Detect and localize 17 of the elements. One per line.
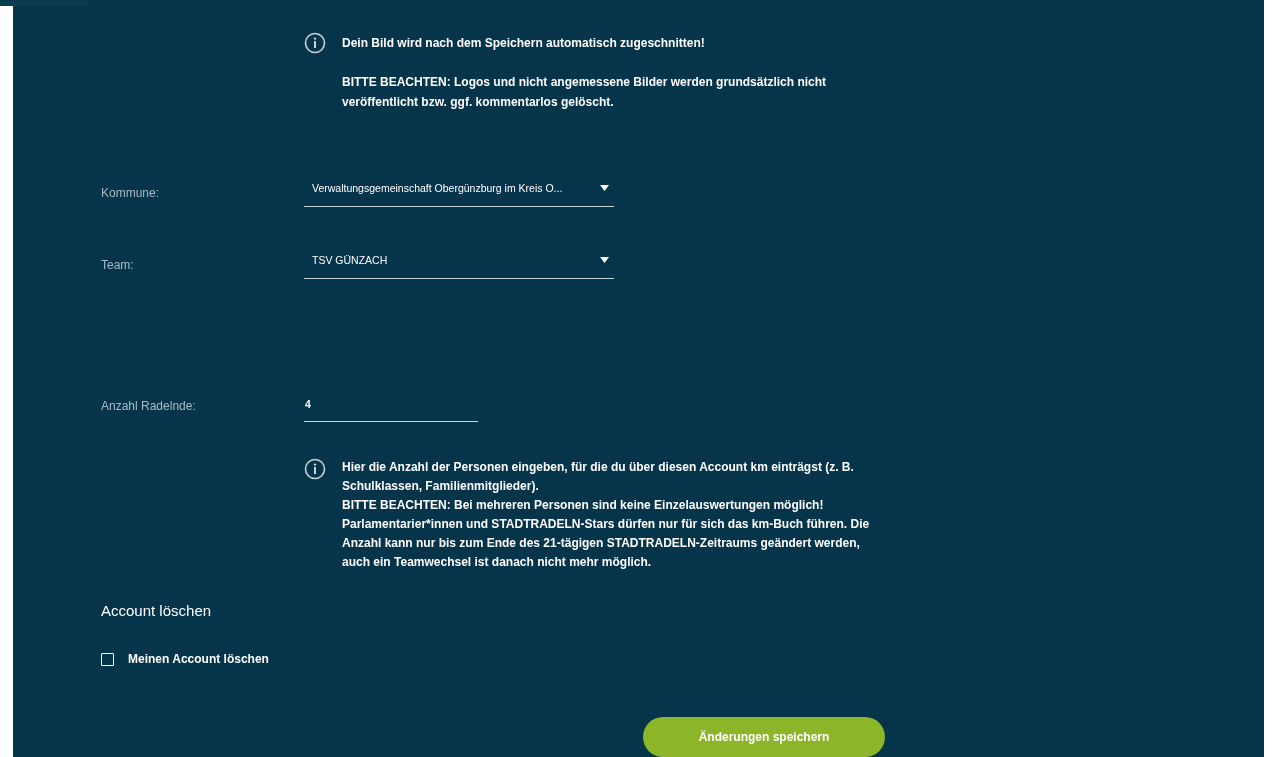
input-field[interactable]: 4 xyxy=(304,396,478,422)
info-text: Hier die Anzahl der Personen eingeben, für die du über diesen Account km einträgst (z. B. Schulklassen, Familienmitglieder). xyxy=(342,459,855,495)
info-text: Dein Bild wird nach dem Speichern automatisch zugeschnitten! xyxy=(342,35,706,52)
checkbox[interactable] xyxy=(101,652,114,666)
select-field[interactable]: TSV GÜNZACH xyxy=(304,246,614,279)
caret-icon xyxy=(600,257,609,263)
select-field[interactable]: Verwaltungsgemeinschaft Obergünzburg im Kreis O... xyxy=(304,174,614,207)
info-icon xyxy=(304,32,326,54)
info-text: BITTE BEACHTEN: Bei mehreren Personen sind keine Einzelauswertungen möglich! Parlamentarier*innen und STADTRADELN-Stars dürfen nur für sich das km-Buch führen. Die Anzahl kann nur bis zum Ende des 21-tägigen STADTRADELN-Zeitraums geändert werden, auch ein Teamwechsel ist danach nicht mehr möglich. xyxy=(342,497,871,571)
info-icon xyxy=(304,458,326,480)
checkbox-label: Meinen Account löschen xyxy=(128,652,269,666)
caret-icon xyxy=(600,185,609,191)
info-text: BITTE BEACHTEN: Logos und nicht angemessene Bilder werden grundsätzlich nicht veröffentlicht bzw. ggf. kommentarlos gelöscht. xyxy=(342,74,828,111)
field-label: Anzahl Radelnde: xyxy=(101,398,197,413)
field-label: Team: xyxy=(101,257,135,272)
field-label: Kommune: xyxy=(101,185,161,200)
section-heading: Account löschen xyxy=(101,602,213,619)
